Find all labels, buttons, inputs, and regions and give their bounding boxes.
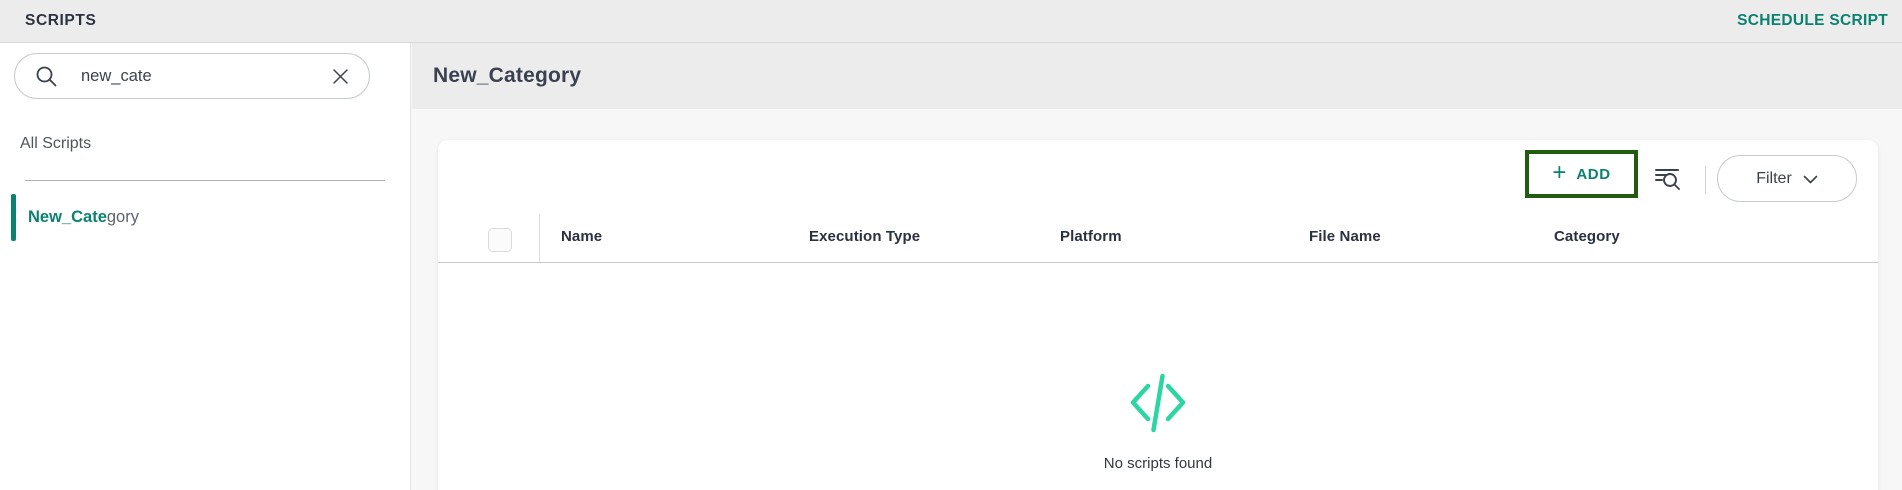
column-header-platform[interactable]: Platform [1060, 228, 1122, 245]
add-button-label: ADD [1576, 165, 1611, 183]
search-clear-icon[interactable] [329, 65, 351, 87]
sidebar-item-label: New_Category [28, 208, 139, 227]
select-all-checkbox[interactable] [488, 228, 512, 252]
filter-button[interactable]: Filter [1717, 155, 1857, 202]
page-title: SCRIPTS [25, 12, 97, 29]
main-header-band: New_Category [412, 43, 1902, 109]
checkbox-column-divider [539, 214, 540, 262]
scripts-card: + ADD Filter Name Execution Type Platfor… [438, 140, 1878, 490]
filter-button-label: Filter [1756, 169, 1792, 187]
top-bar: SCRIPTS SCHEDULE SCRIPT [0, 0, 1902, 43]
empty-state-message: No scripts found [1103, 455, 1213, 472]
search-icon [34, 64, 59, 89]
sidebar-search-box[interactable] [14, 53, 370, 99]
schedule-script-button[interactable]: SCHEDULE SCRIPT [1737, 12, 1888, 30]
column-header-category[interactable]: Category [1554, 228, 1620, 245]
toolbar-divider [1705, 166, 1706, 194]
add-button[interactable]: + ADD [1552, 159, 1611, 186]
table-search-icon[interactable] [1652, 163, 1682, 193]
sidebar: All Scripts New_Category [0, 43, 411, 490]
chevron-down-icon [1803, 175, 1818, 184]
sidebar-divider [25, 180, 385, 181]
sidebar-item-all-scripts[interactable]: All Scripts [20, 135, 91, 153]
search-input[interactable] [81, 66, 329, 86]
column-header-execution-type[interactable]: Execution Type [809, 228, 920, 245]
search-rest-text: gory [106, 208, 139, 226]
selected-indicator-bar [11, 194, 16, 241]
category-title: New_Category [433, 64, 582, 87]
column-header-file-name[interactable]: File Name [1309, 228, 1381, 245]
column-header-name[interactable]: Name [561, 228, 602, 245]
search-match-text: New_Cate [28, 208, 107, 226]
table-header-row: Name Execution Type Platform File Name C… [438, 212, 1878, 263]
code-brackets-icon [1126, 371, 1190, 435]
plus-icon: + [1552, 159, 1567, 186]
sidebar-item-new-category[interactable]: New_Category [0, 193, 411, 242]
add-button-highlight-box: + ADD [1525, 150, 1638, 198]
